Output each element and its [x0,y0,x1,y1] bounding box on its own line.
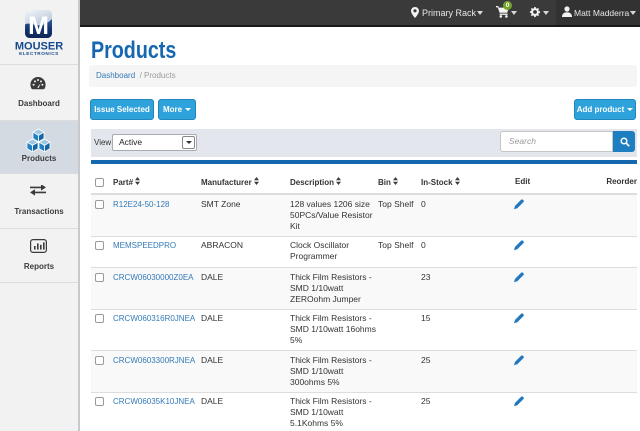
svg-text:M: M [28,12,49,38]
svg-text:ELECTRONICS: ELECTRONICS [19,51,59,56]
